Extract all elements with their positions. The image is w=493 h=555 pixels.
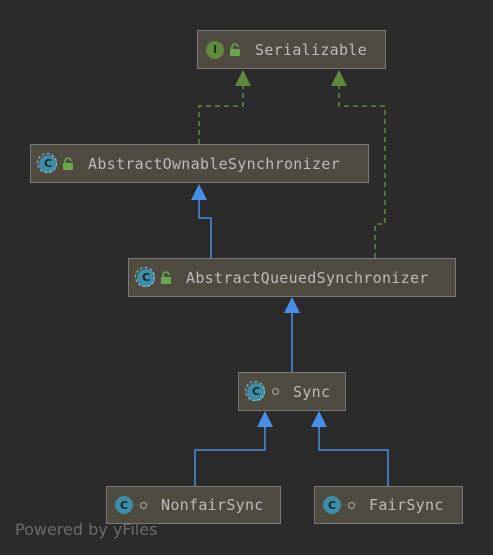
class-icon: C — [115, 496, 133, 514]
edge-aos-implements-serializable — [198, 86, 244, 144]
node-label: Serializable — [255, 40, 367, 59]
abstract-class-icon: C — [37, 152, 57, 173]
abstract-class-icon: C — [245, 380, 265, 401]
node-abstract-ownable-synchronizer[interactable]: C AbstractOwnableSynchronizer — [30, 144, 369, 183]
abstract-class-icon: C — [135, 266, 155, 287]
node-label: FairSync — [369, 496, 444, 514]
node-nonfair-sync[interactable]: C NonfairSync — [106, 486, 281, 524]
edge-fair-extends-sync — [318, 427, 389, 486]
edge-aqs-extends-aos — [198, 200, 212, 258]
yfiles-watermark: Powered by yFiles — [15, 520, 158, 539]
node-label: AbstractOwnableSynchronizer — [88, 154, 340, 173]
arrowhead-aos — [191, 184, 207, 200]
package-private-icon — [348, 501, 355, 509]
node-label: Sync — [293, 382, 331, 401]
node-abstract-queued-synchronizer[interactable]: C AbstractQueuedSynchronizer — [128, 258, 456, 297]
edge-nonfair-extends-sync — [194, 427, 266, 486]
arrowhead-sync-left — [257, 411, 273, 427]
arrowhead-serializable-right — [331, 70, 347, 86]
lock-icon — [63, 156, 73, 170]
lock-icon — [161, 270, 171, 284]
node-label: NonfairSync — [161, 496, 264, 514]
node-fair-sync[interactable]: C FairSync — [314, 486, 463, 524]
node-label: AbstractQueuedSynchronizer — [186, 268, 429, 287]
class-icon: C — [323, 496, 341, 514]
package-private-icon — [140, 501, 147, 509]
arrowhead-sync-right — [311, 411, 327, 427]
lock-icon — [230, 42, 240, 56]
node-sync[interactable]: C Sync — [238, 372, 346, 411]
interface-icon: I — [206, 40, 224, 59]
package-private-icon — [272, 388, 279, 395]
arrowhead-aqs — [284, 297, 300, 313]
arrowhead-serializable-left — [235, 70, 251, 86]
node-serializable[interactable]: I Serializable — [197, 30, 386, 69]
